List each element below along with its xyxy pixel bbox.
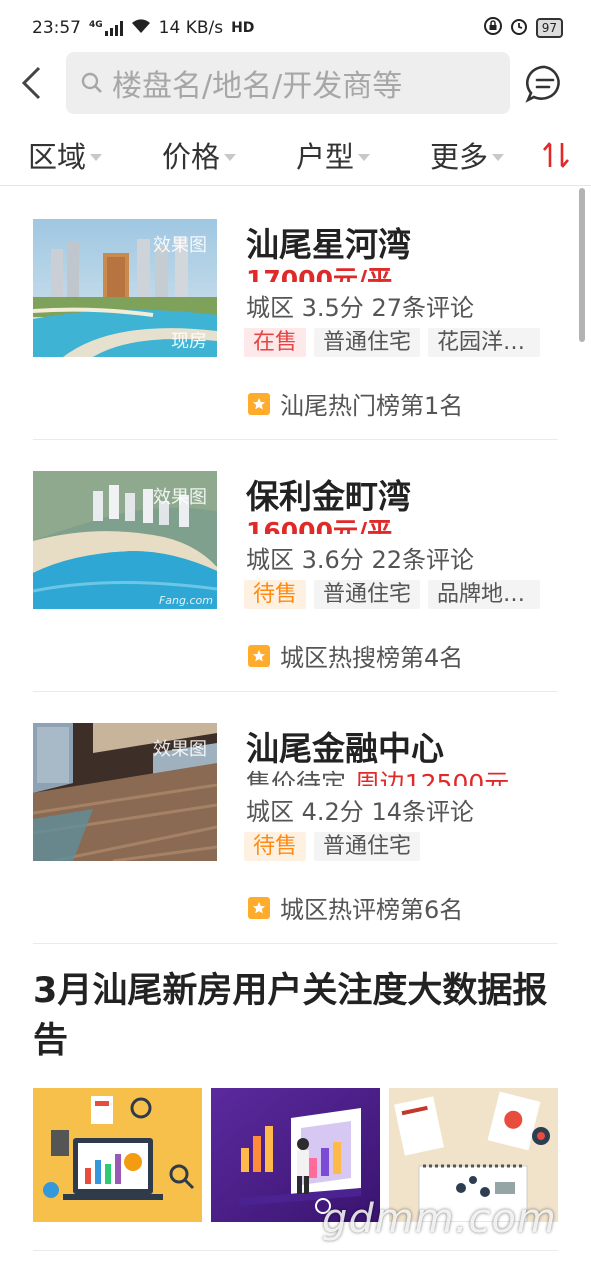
feature-chip: 品牌地… bbox=[428, 580, 541, 609]
caret-down-icon bbox=[492, 153, 505, 161]
filter-area[interactable]: 区域 bbox=[28, 134, 103, 176]
network-label: 4G bbox=[89, 20, 103, 30]
listing-card[interactable]: 效果图 Fang.com 保利金町湾 16000元/平 城区 3.6分 22条评… bbox=[33, 440, 558, 692]
status-badge: 待售 bbox=[244, 832, 307, 861]
status-badge: 待售 bbox=[244, 580, 307, 609]
caret-down-icon bbox=[90, 153, 103, 161]
listing-score: 4.2分 bbox=[301, 798, 364, 826]
star-badge-icon bbox=[248, 896, 270, 919]
ranking-row[interactable]: 汕尾热门榜第1名 bbox=[248, 386, 463, 421]
feature-chip: 花园洋… bbox=[428, 328, 541, 357]
listing-title[interactable]: 汕尾金融中心 bbox=[246, 722, 444, 770]
wifi-icon bbox=[131, 18, 151, 39]
image-watermark: Fang.com bbox=[158, 594, 213, 607]
listing-tags: 在售 普通住宅 花园洋… bbox=[244, 328, 541, 357]
sort-button[interactable] bbox=[541, 140, 571, 174]
star-badge-icon bbox=[248, 644, 270, 667]
search-placeholder: 楼盘名/地名/开发商等 bbox=[112, 69, 403, 104]
image-tag: 效果图 bbox=[153, 487, 207, 508]
listing-image[interactable]: 效果图 现房 bbox=[33, 219, 217, 357]
hd-icon: HD bbox=[231, 20, 255, 36]
report-title[interactable]: 3月汕尾新房用户关注度大数据报告 bbox=[33, 966, 553, 1066]
nearby-price: 周边12500元… bbox=[354, 769, 535, 786]
alarm-icon bbox=[510, 17, 528, 40]
listing-price: 售价待定 周边12500元… bbox=[246, 764, 534, 786]
listing-tags: 待售 普通住宅 bbox=[244, 832, 421, 861]
listing-meta: 城区 3.5分 27条评论 bbox=[246, 288, 474, 323]
listing-area: 城区 bbox=[246, 294, 294, 322]
caret-down-icon bbox=[358, 153, 371, 161]
network-speed: 14 KB/s bbox=[158, 18, 224, 38]
listing-image[interactable]: 效果图 Fang.com bbox=[33, 471, 217, 609]
listing-meta: 城区 3.6分 22条评论 bbox=[246, 540, 474, 575]
property-type-chip: 普通住宅 bbox=[314, 832, 421, 861]
listing-reviews: 27条评论 bbox=[371, 294, 474, 322]
listing-title[interactable]: 汕尾星河湾 bbox=[246, 218, 411, 266]
listing-area: 城区 bbox=[246, 798, 294, 826]
filter-label: 更多 bbox=[430, 140, 489, 174]
listing-score: 3.5分 bbox=[301, 294, 364, 322]
image-corner-label: 现房 bbox=[171, 331, 207, 352]
filter-price[interactable]: 价格 bbox=[162, 134, 237, 176]
property-type-chip: 普通住宅 bbox=[314, 328, 421, 357]
status-bar: 23:57 4G 14 KB/s HD 97 bbox=[0, 0, 591, 56]
status-time: 23:57 bbox=[32, 18, 81, 38]
listing-card[interactable]: 效果图 现房 汕尾星河湾 17000元/平 城区 3.5分 27条评论 在售 普… bbox=[33, 188, 558, 440]
listing-area: 城区 bbox=[246, 546, 294, 574]
property-type-chip: 普通住宅 bbox=[314, 580, 421, 609]
filter-bar: 区域 价格 户型 更多 bbox=[0, 130, 591, 186]
listing-price: 17000元/平 bbox=[246, 265, 393, 282]
filter-label: 价格 bbox=[162, 140, 221, 174]
chat-bubble-icon bbox=[525, 65, 560, 103]
listing-title[interactable]: 保利金町湾 bbox=[246, 470, 411, 518]
filter-label: 户型 bbox=[296, 140, 355, 174]
lock-icon bbox=[483, 16, 502, 40]
caret-down-icon bbox=[224, 153, 237, 161]
search-header: 楼盘名/地名/开发商等 bbox=[0, 52, 591, 114]
listing-tags: 待售 普通住宅 品牌地… bbox=[244, 580, 541, 609]
search-input[interactable]: 楼盘名/地名/开发商等 bbox=[66, 52, 510, 114]
ranking-label: 城区热评榜第6名 bbox=[280, 896, 464, 924]
signal-icon: 4G bbox=[89, 20, 123, 36]
listing-reviews: 22条评论 bbox=[371, 546, 474, 574]
image-tag: 效果图 bbox=[153, 235, 207, 256]
ranking-label: 城区热搜榜第4名 bbox=[280, 644, 464, 672]
price-status: 售价待定 bbox=[246, 769, 347, 786]
listing-price: 16000元/平 bbox=[246, 517, 393, 534]
listing-meta: 城区 4.2分 14条评论 bbox=[246, 792, 474, 827]
scrollbar[interactable] bbox=[579, 188, 585, 342]
back-button[interactable] bbox=[0, 52, 62, 114]
listing-card[interactable]: 效果图 汕尾金融中心 售价待定 周边12500元… 城区 4.2分 14条评论 … bbox=[33, 692, 558, 944]
listing-image[interactable]: 效果图 bbox=[33, 723, 217, 861]
divider bbox=[33, 1250, 558, 1251]
watermark: gdmm.com bbox=[322, 1196, 557, 1242]
ranking-row[interactable]: 城区热搜榜第4名 bbox=[248, 638, 463, 673]
message-button[interactable] bbox=[525, 64, 565, 104]
filter-layout[interactable]: 户型 bbox=[296, 134, 371, 176]
report-image-1[interactable] bbox=[33, 1088, 202, 1222]
filter-label: 区域 bbox=[28, 140, 87, 174]
listing-score: 3.6分 bbox=[301, 546, 364, 574]
sort-arrows-icon bbox=[543, 142, 569, 168]
chevron-left-icon bbox=[21, 66, 41, 100]
ranking-label: 汕尾热门榜第1名 bbox=[280, 392, 464, 420]
image-tag: 效果图 bbox=[153, 739, 207, 760]
star-badge-icon bbox=[248, 392, 270, 415]
ranking-row[interactable]: 城区热评榜第6名 bbox=[248, 890, 463, 925]
status-badge: 在售 bbox=[244, 328, 307, 357]
search-icon bbox=[81, 72, 102, 93]
filter-more[interactable]: 更多 bbox=[430, 134, 505, 176]
listing-reviews: 14条评论 bbox=[371, 798, 474, 826]
battery-icon: 97 bbox=[535, 18, 563, 38]
